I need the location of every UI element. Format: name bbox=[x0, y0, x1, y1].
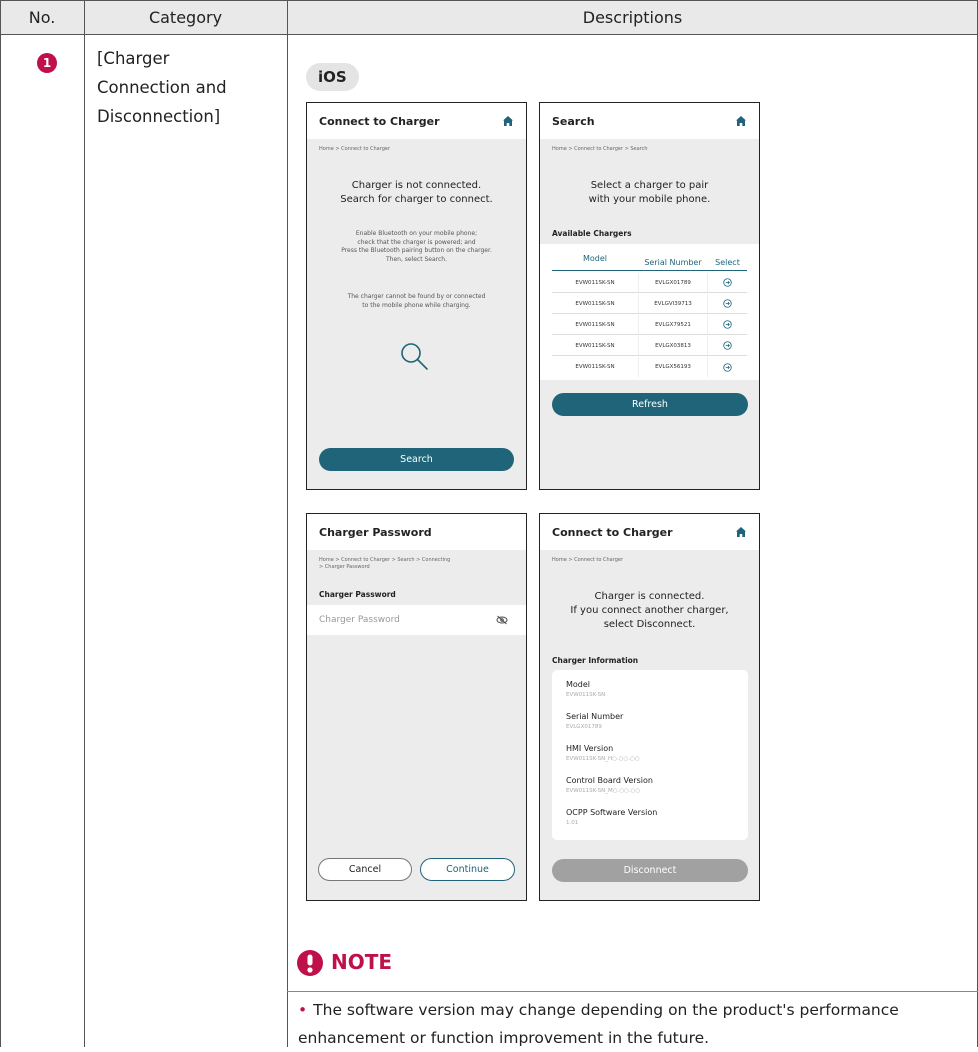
info-label: HMI Version bbox=[566, 744, 614, 753]
chargers-table: Model Serial Number Select EVW011SK-SN E… bbox=[540, 244, 759, 380]
screen-connect-to-charger: Connect to Charger Home > Connect to Cha… bbox=[306, 102, 527, 490]
instruction-text: Enable Bluetooth on your mobile phone; bbox=[355, 230, 478, 237]
exclamation-icon bbox=[297, 950, 323, 976]
arrow-circle-icon[interactable] bbox=[723, 278, 732, 287]
arrow-circle-icon[interactable] bbox=[723, 320, 732, 329]
password-input[interactable]: Charger Password bbox=[307, 605, 526, 635]
cell-serial: EVLGX01789 bbox=[638, 273, 708, 292]
status-text: Charger is not connected. bbox=[351, 180, 482, 191]
row-number-badge: 1 bbox=[37, 53, 57, 73]
section-heading: Available Chargers bbox=[552, 229, 632, 238]
arrow-circle-icon[interactable] bbox=[723, 299, 732, 308]
instruction-text: Press the Bluetooth pairing button on th… bbox=[341, 247, 492, 254]
platform-label: iOS bbox=[306, 63, 359, 91]
info-value: EVLGX01789 bbox=[566, 724, 602, 730]
cell-model: EVW011SK-SN bbox=[575, 279, 615, 286]
table-row[interactable]: EVW011SK-SN EVLGX01789 bbox=[552, 273, 747, 293]
table-row[interactable]: EVW011SK-SN EVLGX79521 bbox=[552, 315, 747, 335]
refresh-button[interactable]: Refresh bbox=[552, 393, 748, 416]
instruction-text: check that the charger is powered; and bbox=[357, 238, 476, 246]
status-text: If you connect another charger, bbox=[570, 605, 729, 616]
search-icon bbox=[401, 343, 428, 370]
screen-charger-password: Charger Password Home > Connect to Charg… bbox=[306, 513, 527, 901]
cell-model: EVW011SK-SN bbox=[575, 342, 615, 349]
section-heading: Charger Password bbox=[319, 590, 396, 599]
column-header: Select bbox=[715, 257, 740, 267]
note-text: • The software version may change dependi… bbox=[298, 996, 958, 1052]
status-text: select Disconnect. bbox=[603, 619, 696, 630]
breadcrumb: Home > Connect to Charger bbox=[552, 557, 624, 563]
screen-title: Charger Password bbox=[307, 514, 526, 550]
home-icon[interactable] bbox=[735, 526, 747, 538]
arrow-circle-icon[interactable] bbox=[723, 362, 732, 372]
arrow-circle-icon[interactable] bbox=[723, 341, 732, 350]
category-text: [Charger Connection and Disconnection] bbox=[97, 49, 227, 126]
info-value: EVW011SK-SN bbox=[566, 692, 606, 698]
cell-serial: EVLGX56193 bbox=[638, 357, 708, 377]
header-descriptions: Descriptions bbox=[287, 0, 978, 35]
header-no: No. bbox=[0, 0, 84, 35]
cell-model: EVW011SK-SN bbox=[575, 300, 615, 307]
info-label: OCPP Software Version bbox=[566, 808, 658, 817]
table-row[interactable]: EVW011SK-SN EVLGVI39713 bbox=[552, 294, 747, 314]
section-heading: Charger Information bbox=[552, 656, 639, 665]
table-row[interactable]: EVW011SK-SN EVLGX03813 bbox=[552, 336, 747, 356]
screen-search: Search Home > Connect to Charger > Searc… bbox=[539, 102, 760, 490]
breadcrumb: Home > Connect to Charger > Search > Con… bbox=[319, 557, 451, 563]
password-placeholder: Charger Password bbox=[319, 615, 400, 625]
table-row[interactable]: EVW011SK-SN EVLGX56193 bbox=[552, 357, 747, 377]
info-value: EVW011SK-SN_M○.○○.○○ bbox=[566, 788, 641, 794]
home-icon[interactable] bbox=[502, 115, 514, 127]
screen-title: Connect to Charger bbox=[307, 103, 526, 139]
cell-serial: EVLGX79521 bbox=[638, 315, 708, 334]
breadcrumb: Home > Connect to Charger > Search bbox=[552, 146, 648, 152]
instruction-text: Then, select Search. bbox=[385, 255, 448, 263]
screen-title: Connect to Charger bbox=[540, 514, 759, 550]
bullet: • bbox=[298, 1001, 308, 1019]
header-category: Category bbox=[84, 0, 287, 35]
column-header: Serial Number bbox=[644, 257, 702, 267]
home-icon[interactable] bbox=[735, 115, 747, 127]
column-header: Model bbox=[582, 254, 608, 263]
charger-info-card: Model EVW011SK-SN Serial Number EVLGX017… bbox=[552, 670, 748, 840]
note-divider bbox=[287, 991, 978, 992]
warning-text: The charger cannot be found by or connec… bbox=[347, 293, 486, 300]
note-title: NOTE bbox=[331, 950, 393, 974]
note-body: The software version may change dependin… bbox=[298, 1001, 899, 1047]
cell-serial: EVLGX03813 bbox=[638, 336, 708, 355]
cell-serial: EVLGVI39713 bbox=[638, 294, 708, 313]
grid-line bbox=[0, 0, 1, 1047]
search-button[interactable]: Search bbox=[319, 448, 514, 471]
prompt-text: with your mobile phone. bbox=[588, 194, 711, 205]
grid-line bbox=[287, 0, 288, 1047]
status-text: Search for charger to connect. bbox=[340, 194, 493, 205]
info-value: 1.01 bbox=[566, 820, 579, 826]
eye-slash-icon[interactable] bbox=[496, 615, 508, 625]
info-value: EVW011SK-SN_H○.○○.○○ bbox=[566, 756, 640, 762]
cancel-button[interactable]: Cancel bbox=[318, 858, 412, 881]
info-label: Serial Number bbox=[566, 712, 624, 721]
warning-text: to the mobile phone while charging. bbox=[362, 301, 471, 309]
breadcrumb: > Charger Password bbox=[319, 564, 370, 570]
continue-button[interactable]: Continue bbox=[420, 858, 515, 881]
screen-title: Search bbox=[540, 103, 759, 139]
grid-line bbox=[84, 0, 85, 1047]
cell-model: EVW011SK-SN bbox=[575, 364, 615, 370]
breadcrumb: Home > Connect to Charger bbox=[319, 146, 391, 152]
info-label: Control Board Version bbox=[566, 776, 653, 785]
disconnect-button[interactable]: Disconnect bbox=[552, 859, 748, 882]
table-header: Model Serial Number Select bbox=[552, 254, 747, 271]
prompt-text: Select a charger to pair bbox=[590, 180, 709, 191]
status-text: Charger is connected. bbox=[594, 591, 705, 602]
info-label: Model bbox=[566, 680, 591, 689]
cell-model: EVW011SK-SN bbox=[575, 321, 615, 328]
